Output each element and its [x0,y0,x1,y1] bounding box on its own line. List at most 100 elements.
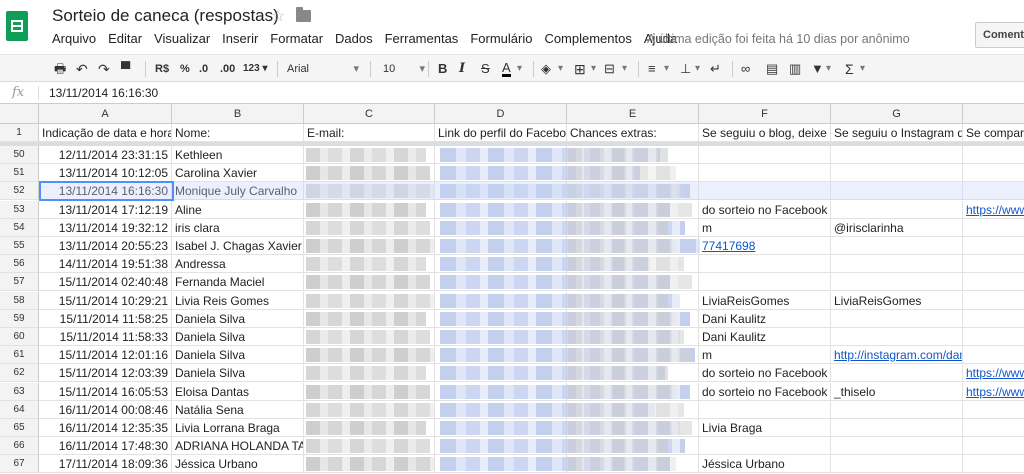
chevron-down-icon[interactable]: ▾ [695,61,700,77]
blog-follow-cell[interactable] [699,401,831,419]
menu-item[interactable]: Ferramentas [385,31,459,47]
share-link-cell[interactable] [963,146,1024,164]
font-family-select[interactable]: Arial ▾ [287,61,365,77]
menu-item[interactable]: Inserir [222,31,258,47]
header-cell[interactable]: Se seguiu o blog, deixe s [699,124,831,142]
undo-icon[interactable]: ↶ [76,61,88,77]
row-header[interactable]: 63 [0,383,39,401]
font-size-select[interactable]: 10 ▾ [383,61,427,77]
comment-icon[interactable]: ▤ [766,61,778,77]
column-header[interactable]: A [39,104,172,124]
date-cell[interactable]: 16/11/2014 00:08:46 [39,401,172,419]
chevron-down-icon[interactable]: ▾ [517,61,522,77]
chart-icon[interactable]: ▥ [789,61,801,77]
share-link-cell[interactable] [963,401,1024,419]
share-link-cell[interactable] [963,328,1024,346]
name-cell[interactable]: Isabel J. Chagas Xavier [172,237,304,255]
header-cell[interactable]: Chances extras: [567,124,699,142]
instagram-cell[interactable] [831,273,963,291]
chevron-down-icon[interactable]: ▾ [826,61,831,77]
date-cell[interactable]: 17/11/2014 18:09:36 [39,455,172,473]
menu-item[interactable]: Dados [335,31,373,47]
row-header[interactable]: 64 [0,401,39,419]
name-cell[interactable]: Daniela Silva [172,328,304,346]
share-link-cell[interactable] [963,437,1024,455]
strikethrough-button[interactable]: S [481,61,490,77]
horizontal-align-icon[interactable]: ≡ [648,61,656,77]
instagram-cell[interactable] [831,419,963,437]
functions-button[interactable]: Σ [845,61,854,77]
date-cell[interactable]: 15/11/2014 12:01:16 [39,346,172,364]
share-link-cell[interactable] [963,219,1024,237]
row-header[interactable]: 53 [0,201,39,219]
formula-input[interactable]: 13/11/2014 16:16:30 [49,86,158,100]
blog-follow-cell[interactable]: m [699,219,831,237]
paint-format-icon[interactable]: ▀ [121,61,130,77]
redo-icon[interactable]: ↷ [98,61,110,77]
vertical-align-icon[interactable]: ⊥ [680,61,691,77]
folder-icon[interactable] [296,7,311,22]
name-cell[interactable]: Fernanda Maciel [172,273,304,291]
chevron-down-icon[interactable]: ▾ [622,61,627,77]
name-cell[interactable]: Livia Reis Gomes [172,292,304,310]
instagram-cell[interactable] [831,364,963,382]
menu-item[interactable]: Arquivo [52,31,96,47]
name-cell[interactable]: Daniela Silva [172,346,304,364]
blog-follow-cell[interactable] [699,146,831,164]
instagram-cell[interactable]: @irisclarinha [831,219,963,237]
menu-item[interactable]: Complementos [544,31,631,47]
row-header[interactable]: 59 [0,310,39,328]
more-formats-button[interactable]: 123 ▾ [243,61,268,77]
menu-item[interactable]: Formatar [270,31,323,47]
blog-follow-cell[interactable] [699,273,831,291]
row-header[interactable]: 54 [0,219,39,237]
header-cell[interactable]: E-mail: [304,124,435,142]
chevron-down-icon[interactable]: ▾ [591,61,596,77]
bold-button[interactable]: B [438,61,447,77]
date-cell[interactable]: 15/11/2014 12:03:39 [39,364,172,382]
row-header[interactable]: 62 [0,364,39,382]
instagram-cell[interactable] [831,328,963,346]
name-cell[interactable]: Eloisa Dantas [172,383,304,401]
header-cell[interactable]: Link do perfil do Facebook: [435,124,567,142]
share-link-cell[interactable]: https://www [963,201,1024,219]
name-cell[interactable]: ADRIANA HOLANDA TA [172,437,304,455]
percent-format-button[interactable]: % [180,61,190,77]
sheets-logo-icon[interactable] [6,11,28,41]
row-header[interactable]: 55 [0,237,39,255]
menu-item[interactable]: Editar [108,31,142,47]
instagram-cell[interactable]: _thiselo [831,383,963,401]
star-icon[interactable]: ☆ [271,6,285,26]
date-cell[interactable]: 15/11/2014 02:40:48 [39,273,172,291]
blog-follow-cell[interactable]: do sorteio no Facebook [699,201,831,219]
instagram-cell[interactable] [831,237,963,255]
header-cell[interactable]: Nome: [172,124,304,142]
date-cell[interactable]: 13/11/2014 20:55:23 [39,237,172,255]
blog-follow-cell[interactable]: do sorteio no Facebook [699,364,831,382]
chevron-down-icon[interactable]: ▾ [860,61,865,77]
date-cell[interactable]: 13/11/2014 10:12:05 [39,164,172,182]
name-cell[interactable]: Carolina Xavier [172,164,304,182]
spreadsheet-grid[interactable]: A B C D E F G 1 Indicação de data e hora Nome: E-m… [0,104,1024,474]
comments-button[interactable]: Comentá [975,22,1024,48]
instagram-cell[interactable] [831,437,963,455]
row-header[interactable]: 51 [0,164,39,182]
last-edit-link[interactable]: A última edição foi feita há 10 dias por… [647,32,910,46]
date-cell[interactable]: 16/11/2014 17:48:30 [39,437,172,455]
header-cell[interactable]: Indicação de data e hora [39,124,172,142]
fill-color-icon[interactable]: ◈ [541,61,551,77]
instagram-cell[interactable] [831,401,963,419]
menu-item[interactable]: Visualizar [154,31,210,47]
column-header[interactable]: G [831,104,963,124]
column-header[interactable]: B [172,104,304,124]
date-cell[interactable]: 15/11/2014 11:58:33 [39,328,172,346]
text-wrap-icon[interactable]: ↵ [710,61,721,77]
blog-follow-cell[interactable]: do sorteio no Facebook [699,383,831,401]
chevron-down-icon[interactable]: ▾ [558,61,563,77]
header-cell[interactable]: Se seguiu o Instagram de [831,124,963,142]
share-link-cell[interactable] [963,273,1024,291]
filter-icon[interactable]: ▼ [811,61,824,77]
name-cell[interactable]: Aline [172,201,304,219]
name-cell[interactable]: Jéssica Urbano [172,455,304,473]
blog-follow-cell[interactable]: LiviaReisGomes [699,292,831,310]
